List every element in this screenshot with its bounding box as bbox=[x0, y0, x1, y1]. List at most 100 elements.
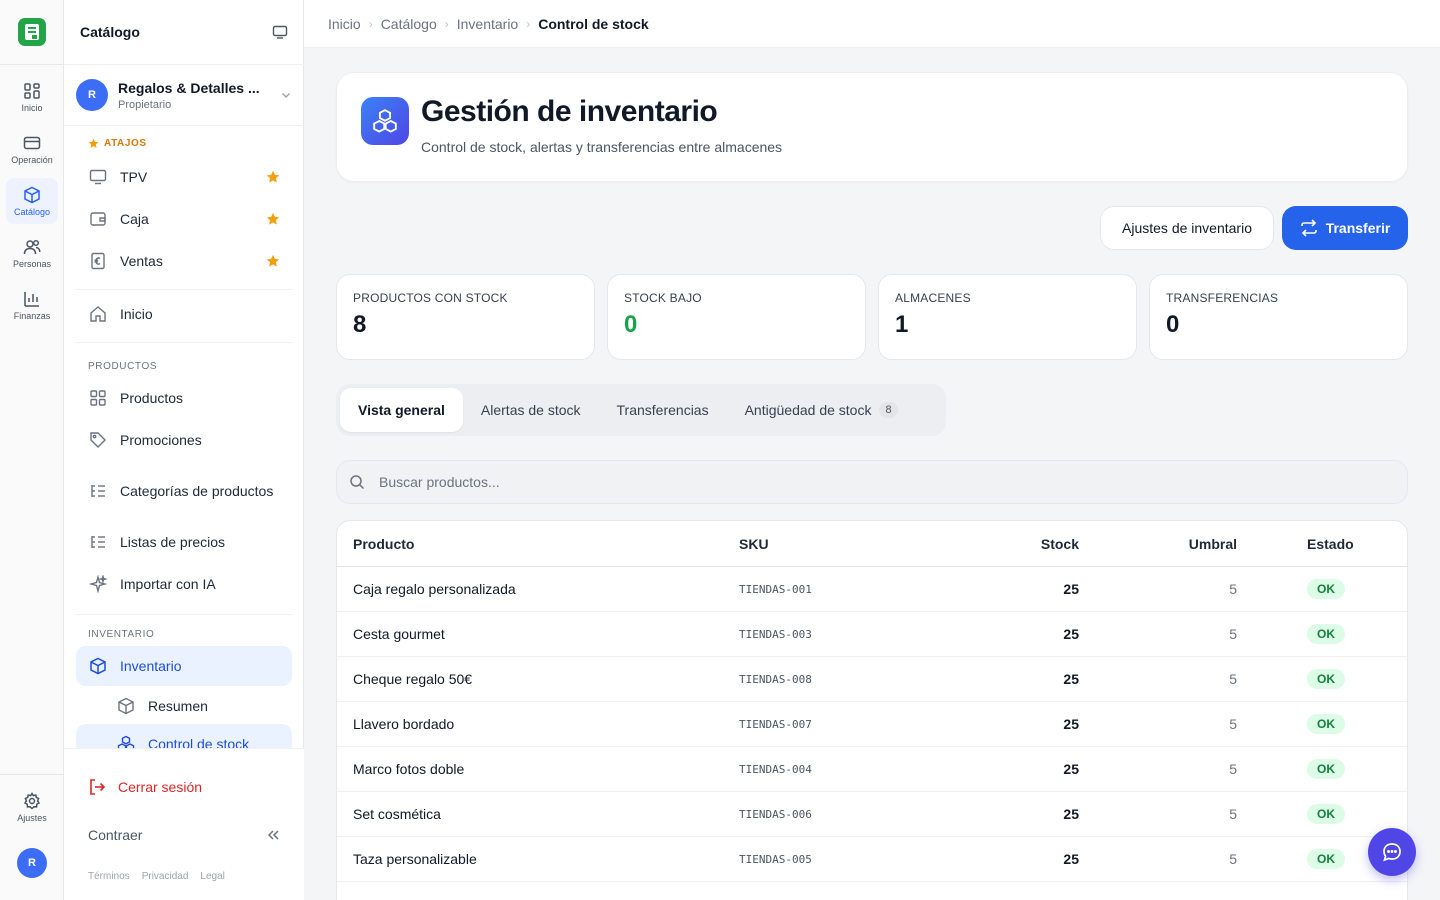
star-icon[interactable] bbox=[266, 170, 280, 184]
column-header-sku[interactable]: SKU bbox=[739, 536, 939, 552]
sidebar-item-label: Productos bbox=[120, 390, 184, 406]
wallet-icon bbox=[90, 212, 106, 226]
sidebar-item-label: Categorías de productos bbox=[120, 483, 274, 499]
rail-item-catalogo[interactable]: Catálogo bbox=[6, 178, 58, 224]
sidebar-item-importar-ia[interactable]: Importar con IA bbox=[76, 565, 292, 603]
rail-item-ajustes[interactable]: Ajustes bbox=[6, 784, 58, 830]
logout-icon bbox=[90, 779, 106, 795]
cell-stock: 25 bbox=[1063, 716, 1079, 732]
sidebar-title: Catálogo bbox=[80, 24, 140, 40]
shortcut-ventas[interactable]: Ventas bbox=[76, 242, 292, 280]
inventory-boxes-icon bbox=[361, 97, 409, 145]
rail-label: Ajustes bbox=[17, 812, 47, 823]
legal-link[interactable]: Legal bbox=[200, 871, 224, 882]
sidebar-item-inicio[interactable]: Inicio bbox=[76, 295, 292, 333]
sidebar-subitem-control-stock[interactable]: Control de stock bbox=[76, 724, 292, 748]
cell-sku: TIENDAS-004 bbox=[739, 762, 812, 776]
star-icon[interactable] bbox=[266, 212, 280, 226]
table-row[interactable]: Cheque regalo 50€ TIENDAS-008 25 5 OK bbox=[337, 657, 1407, 702]
sidebar-divider bbox=[76, 289, 292, 290]
sidebar-item-productos[interactable]: Productos bbox=[76, 379, 292, 417]
collapse-sidebar-button[interactable]: Contraer bbox=[76, 817, 292, 853]
stock-table: Producto SKU Stock Umbral Estado Caja re… bbox=[336, 520, 1408, 900]
monitor-icon[interactable] bbox=[272, 24, 288, 40]
breadcrumb-catalogo[interactable]: Catálogo bbox=[381, 16, 437, 32]
cell-threshold: 5 bbox=[1229, 716, 1237, 732]
rail-divider bbox=[0, 64, 64, 65]
logout-button[interactable]: Cerrar sesión bbox=[76, 769, 292, 805]
rail-label: Personas bbox=[12, 258, 52, 269]
cell-stock: 25 bbox=[1063, 671, 1079, 687]
table-row[interactable]: Marco fotos doble TIENDAS-004 25 5 OK bbox=[337, 747, 1407, 792]
column-header-estado[interactable]: Estado bbox=[1237, 536, 1407, 552]
column-header-umbral[interactable]: Umbral bbox=[1079, 536, 1237, 552]
star-icon[interactable] bbox=[266, 254, 280, 268]
table-row[interactable]: Taza personalizable TIENDAS-005 25 5 OK bbox=[337, 837, 1407, 882]
column-header-stock[interactable]: Stock bbox=[939, 536, 1079, 552]
tab-alertas-stock[interactable]: Alertas de stock bbox=[463, 388, 599, 432]
breadcrumb-inventario[interactable]: Inventario bbox=[457, 16, 518, 32]
breadcrumb-inicio[interactable]: Inicio bbox=[328, 16, 361, 32]
sidebar-divider bbox=[76, 342, 292, 343]
rail-item-inicio[interactable]: Inicio bbox=[6, 74, 58, 120]
user-avatar[interactable]: R bbox=[17, 848, 47, 878]
stat-card-low-stock: STOCK BAJO 0 bbox=[607, 274, 866, 360]
cell-product: Set cosmética bbox=[353, 806, 441, 822]
cell-product: Marco fotos doble bbox=[353, 761, 465, 777]
shortcuts-label: ATAJOS bbox=[104, 138, 147, 149]
tab-vista-general[interactable]: Vista general bbox=[340, 388, 463, 432]
table-row[interactable]: Set cosmética TIENDAS-006 25 5 OK bbox=[337, 792, 1407, 837]
search-bar bbox=[336, 460, 1408, 504]
tab-antiguedad-stock[interactable]: Antigüedad de stock 8 bbox=[727, 388, 916, 432]
shortcut-tpv[interactable]: TPV bbox=[76, 158, 292, 196]
app-logo-icon[interactable] bbox=[18, 18, 46, 46]
tag-icon bbox=[90, 432, 106, 448]
cell-stock: 25 bbox=[1063, 626, 1079, 642]
rail-item-operacion[interactable]: Operación bbox=[6, 126, 58, 172]
breadcrumb-current: Control de stock bbox=[538, 15, 649, 32]
inventory-tabs: Vista general Alertas de stock Transfere… bbox=[336, 384, 946, 436]
chevron-down-icon bbox=[282, 93, 290, 98]
organization-switcher[interactable]: R Regalos & Detalles ... Propietario bbox=[64, 64, 304, 126]
chevron-right-icon: › bbox=[526, 16, 531, 31]
tab-transferencias[interactable]: Transferencias bbox=[599, 388, 727, 432]
table-row[interactable]: Cesta gourmet TIENDAS-003 25 5 OK bbox=[337, 612, 1407, 657]
sidebar: Catálogo R Regalos & Detalles ... Propie… bbox=[64, 0, 304, 900]
cell-stock: 25 bbox=[1063, 581, 1079, 597]
sidebar-scroll-area[interactable]: ATAJOS TPV Caja Ventas Inicio PRODUCTOS … bbox=[64, 126, 304, 748]
stat-label: PRODUCTOS CON STOCK bbox=[353, 291, 508, 305]
privacy-link[interactable]: Privacidad bbox=[142, 871, 189, 882]
chat-support-button[interactable] bbox=[1368, 828, 1416, 876]
search-input[interactable] bbox=[379, 474, 1279, 490]
chat-bubble-icon bbox=[1383, 843, 1401, 862]
table-row[interactable]: Caja regalo personalizada TIENDAS-001 25… bbox=[337, 567, 1407, 612]
shortcut-caja[interactable]: Caja bbox=[76, 200, 292, 238]
terms-link[interactable]: Términos bbox=[88, 871, 130, 882]
stat-value: 8 bbox=[353, 311, 367, 338]
stat-label: TRANSFERENCIAS bbox=[1166, 291, 1279, 305]
rail-label: Finanzas bbox=[13, 310, 51, 321]
stat-value: 0 bbox=[624, 311, 638, 338]
sidebar-item-listas-precios[interactable]: Listas de precios bbox=[76, 523, 292, 561]
table-row[interactable]: Llavero bordado TIENDAS-007 25 5 OK bbox=[337, 702, 1407, 747]
cell-sku: TIENDAS-007 bbox=[739, 717, 812, 731]
sidebar-item-promociones[interactable]: Promociones bbox=[76, 421, 292, 459]
column-header-producto[interactable]: Producto bbox=[337, 536, 739, 552]
rail-item-finanzas[interactable]: Finanzas bbox=[6, 282, 58, 328]
list-tree-icon bbox=[91, 485, 105, 497]
sidebar-item-inventario[interactable]: Inventario bbox=[76, 646, 292, 686]
sidebar-item-categorias[interactable]: Categorías de productos bbox=[76, 463, 292, 519]
table-header: Producto SKU Stock Umbral Estado bbox=[337, 521, 1407, 567]
shortcut-label: Ventas bbox=[120, 253, 163, 269]
count-badge: 8 bbox=[879, 402, 898, 418]
main-content: Gestión de inventario Control de stock, … bbox=[304, 48, 1440, 900]
stat-card-warehouses: ALMACENES 1 bbox=[878, 274, 1137, 360]
inventory-settings-button[interactable]: Ajustes de inventario bbox=[1100, 206, 1274, 250]
transfer-button[interactable]: Transferir bbox=[1282, 206, 1408, 250]
stat-label: ALMACENES bbox=[895, 291, 971, 305]
icon-rail: Inicio Operación Catálogo Personas Finan… bbox=[0, 0, 64, 900]
cell-threshold: 5 bbox=[1229, 581, 1237, 597]
cell-product: Cheque regalo 50€ bbox=[353, 671, 473, 687]
rail-item-personas[interactable]: Personas bbox=[6, 230, 58, 276]
sidebar-subitem-resumen[interactable]: Resumen bbox=[104, 686, 292, 726]
